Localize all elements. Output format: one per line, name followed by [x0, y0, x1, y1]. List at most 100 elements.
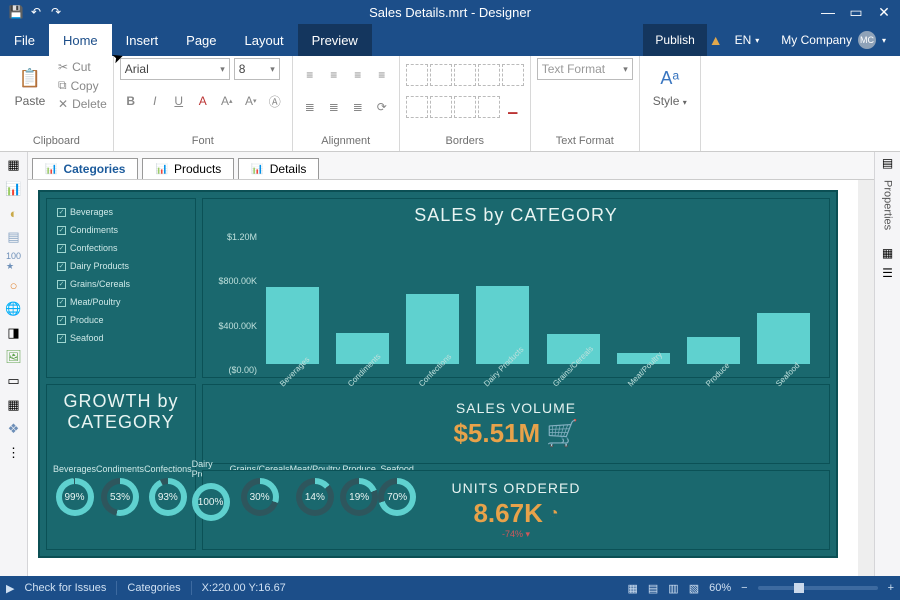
table-icon[interactable]: ▦: [5, 156, 23, 174]
menu-layout[interactable]: Layout: [231, 24, 298, 56]
undo-icon[interactable]: ↶: [28, 5, 44, 19]
grid-icon[interactable]: ▦: [5, 396, 23, 414]
category-checkbox[interactable]: ✓Produce: [57, 315, 185, 325]
border-shadow-button[interactable]: [502, 64, 524, 86]
menu-page[interactable]: Page: [172, 24, 230, 56]
language-selector[interactable]: EN▾: [725, 33, 770, 47]
border-bottom-button[interactable]: [478, 96, 500, 118]
save-icon[interactable]: 💾: [8, 5, 24, 19]
clear-format-button[interactable]: Ⓐ: [264, 90, 286, 112]
dial-confections: Confections93%: [144, 464, 192, 516]
category-checkbox[interactable]: ✓Dairy Products: [57, 261, 185, 271]
border-color-button[interactable]: ▁: [502, 96, 524, 118]
bell-icon[interactable]: ▲: [709, 32, 723, 48]
align-right-button[interactable]: ≡: [347, 64, 369, 86]
zoom-out-button[interactable]: −: [741, 582, 747, 594]
window-icon[interactable]: ▤: [5, 228, 23, 246]
design-tabs: 📊Categories 📊Products 📊Details: [28, 152, 874, 180]
border-right-button[interactable]: [454, 96, 476, 118]
rotate-button[interactable]: ⟳: [371, 96, 393, 118]
view-mode-4-icon[interactable]: ▧: [689, 582, 699, 595]
border-inner-button[interactable]: [478, 64, 500, 86]
menu-home[interactable]: Home: [49, 24, 112, 56]
valign-middle-button[interactable]: ≣: [323, 96, 345, 118]
circle-icon[interactable]: ○: [5, 276, 23, 294]
tab-details[interactable]: 📊Details: [238, 158, 319, 179]
pie-icon: ◔: [549, 505, 559, 523]
rect-icon[interactable]: ▭: [5, 372, 23, 390]
underline-button[interactable]: U: [168, 90, 190, 112]
align-left-button[interactable]: ≡: [299, 64, 321, 86]
view-mode-2-icon[interactable]: ▤: [648, 582, 658, 595]
tab-products[interactable]: 📊Products: [142, 158, 234, 179]
tab-categories[interactable]: 📊Categories: [32, 158, 138, 179]
category-checkbox[interactable]: ✓Beverages: [57, 207, 185, 217]
menu-preview[interactable]: Preview: [298, 24, 372, 56]
border-outer-button[interactable]: [454, 64, 476, 86]
category-checkbox[interactable]: ✓Seafood: [57, 333, 185, 343]
border-left-button[interactable]: [406, 96, 428, 118]
sales-volume-card: SALES VOLUME $5.51M🛒: [202, 384, 830, 464]
border-none-button[interactable]: [430, 64, 452, 86]
border-top-button[interactable]: [430, 96, 452, 118]
status-bar: ▶ Check for Issues Categories X:220.00 Y…: [0, 576, 900, 600]
restore-icon[interactable]: ▭: [842, 0, 870, 24]
valign-bottom-button[interactable]: ≣: [347, 96, 369, 118]
bold-button[interactable]: B: [120, 90, 142, 112]
grid-icon[interactable]: ▦: [882, 246, 893, 260]
chart-icon: 📊: [155, 164, 167, 175]
status-view: Categories: [127, 582, 180, 594]
category-checkbox[interactable]: ✓Grains/Cereals: [57, 279, 185, 289]
category-checkbox[interactable]: ✓Condiments: [57, 225, 185, 235]
align-justify-button[interactable]: ≡: [371, 64, 393, 86]
bar-seafood: Seafood: [751, 232, 817, 373]
image-icon[interactable]: 🖼: [5, 348, 23, 366]
shrink-font-button[interactable]: A▾: [240, 90, 262, 112]
cut-button[interactable]: ✂Cut: [58, 60, 107, 74]
menu-insert[interactable]: Insert: [112, 24, 173, 56]
italic-button[interactable]: I: [144, 90, 166, 112]
growth-panel: GROWTH by CATEGORY Beverages99%Condiment…: [46, 384, 196, 550]
view-mode-1-icon[interactable]: ▦: [627, 582, 637, 595]
minimize-icon[interactable]: —: [814, 0, 842, 24]
layers-icon[interactable]: ◨: [5, 324, 23, 342]
panel-icon[interactable]: ▤: [882, 156, 893, 170]
menu-file[interactable]: File: [0, 24, 49, 56]
share-icon[interactable]: ❖: [5, 420, 23, 438]
check-issues[interactable]: Check for Issues: [24, 582, 106, 594]
globe-icon[interactable]: 🌐: [5, 300, 23, 318]
right-panel: ▤ Properties ▦ ☰: [874, 152, 900, 576]
zoom-in-button[interactable]: +: [888, 582, 894, 594]
grow-font-button[interactable]: A▴: [216, 90, 238, 112]
zoom-slider[interactable]: [758, 586, 878, 590]
delete-button[interactable]: ✕Delete: [58, 97, 107, 111]
category-checkbox[interactable]: ✓Confections: [57, 243, 185, 253]
company-selector[interactable]: My CompanyMC▾: [771, 31, 896, 49]
publish-button[interactable]: Publish: [643, 24, 706, 56]
category-checkbox[interactable]: ✓Meat/Poultry: [57, 297, 185, 307]
vertical-scrollbar[interactable]: [858, 180, 874, 576]
font-family-combo[interactable]: Arial▾: [120, 58, 230, 80]
dashboard: ✓Beverages ✓Condiments ✓Confections ✓Dairy …: [38, 190, 838, 558]
list-icon[interactable]: ☰: [882, 266, 893, 280]
font-size-combo[interactable]: 8▾: [234, 58, 280, 80]
growth-title: GROWTH by CATEGORY: [47, 385, 195, 439]
clock-icon[interactable]: ◐: [5, 204, 23, 222]
text-format-combo[interactable]: Text Format▾: [537, 58, 633, 80]
group-alignment-label: Alignment: [299, 133, 393, 151]
play-icon[interactable]: ▶: [6, 582, 14, 595]
paste-button[interactable]: 📋Paste: [6, 58, 54, 112]
style-button[interactable]: AᵃStyle ▾: [646, 58, 694, 112]
copy-button[interactable]: ⧉Copy: [58, 78, 107, 93]
font-color-button[interactable]: A: [192, 90, 214, 112]
redo-icon[interactable]: ↷: [48, 5, 64, 19]
valign-top-button[interactable]: ≣: [299, 96, 321, 118]
barchart-icon[interactable]: 📊: [5, 180, 23, 198]
options-icon[interactable]: ⋮: [5, 444, 23, 462]
star-icon[interactable]: 100★: [5, 252, 23, 270]
view-mode-3-icon[interactable]: ▥: [668, 582, 678, 595]
close-icon[interactable]: ✕: [870, 0, 898, 24]
properties-label[interactable]: Properties: [882, 180, 894, 230]
align-center-button[interactable]: ≡: [323, 64, 345, 86]
border-all-button[interactable]: [406, 64, 428, 86]
